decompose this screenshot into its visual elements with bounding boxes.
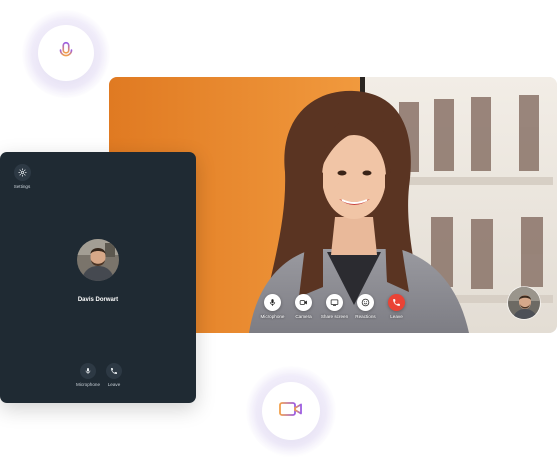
camera-icon (299, 294, 308, 312)
gear-icon (17, 164, 27, 182)
panel-leave-button[interactable] (106, 363, 122, 379)
avatar (77, 239, 119, 281)
panel-microphone-label: Microphone (76, 382, 101, 387)
settings-label: Settings (13, 184, 31, 189)
control-share-screen[interactable]: Share screen (319, 294, 350, 319)
control-microphone[interactable]: Microphone (257, 294, 288, 319)
self-view-thumbnail[interactable] (507, 286, 541, 320)
share-screen-button[interactable] (326, 294, 343, 311)
reactions-button[interactable] (357, 294, 374, 311)
caller-name: Davis Dorwart (77, 297, 119, 303)
camera-bubble[interactable] (262, 382, 320, 440)
panel-microphone-button[interactable] (80, 363, 96, 379)
video-camera-icon (278, 399, 304, 424)
control-reactions[interactable]: Reactions (350, 294, 381, 319)
caller-panel: Settings Davis Dorwart Microphone Leave (0, 152, 196, 403)
share-screen-label: Share screen (320, 314, 349, 319)
control-leave[interactable]: Leave (381, 294, 412, 319)
camera-label: Camera (295, 314, 312, 319)
panel-control-leave[interactable]: Leave (102, 363, 126, 387)
panel-leave-label: Leave (107, 382, 121, 387)
microphone-icon (55, 40, 77, 67)
control-camera[interactable]: Camera (288, 294, 319, 319)
phone-icon (110, 362, 118, 380)
emoji-icon (361, 294, 370, 312)
camera-button[interactable] (295, 294, 312, 311)
mic-bubble[interactable] (38, 25, 94, 81)
panel-call-controls: Microphone Leave (76, 363, 126, 387)
settings-button[interactable] (13, 164, 31, 182)
phone-hangup-icon (392, 294, 401, 312)
leave-button[interactable] (388, 294, 405, 311)
microphone-icon (84, 362, 92, 380)
leave-label: Leave (390, 314, 403, 319)
microphone-icon (268, 294, 277, 312)
panel-control-microphone[interactable]: Microphone (76, 363, 100, 387)
screen-share-icon (330, 294, 339, 312)
reactions-label: Reactions (355, 314, 376, 319)
settings-control[interactable]: Settings (9, 164, 35, 189)
microphone-label: Microphone (260, 314, 285, 319)
call-controls-bar: Microphone Camera Share screen Reactions… (257, 294, 412, 319)
microphone-button[interactable] (264, 294, 281, 311)
